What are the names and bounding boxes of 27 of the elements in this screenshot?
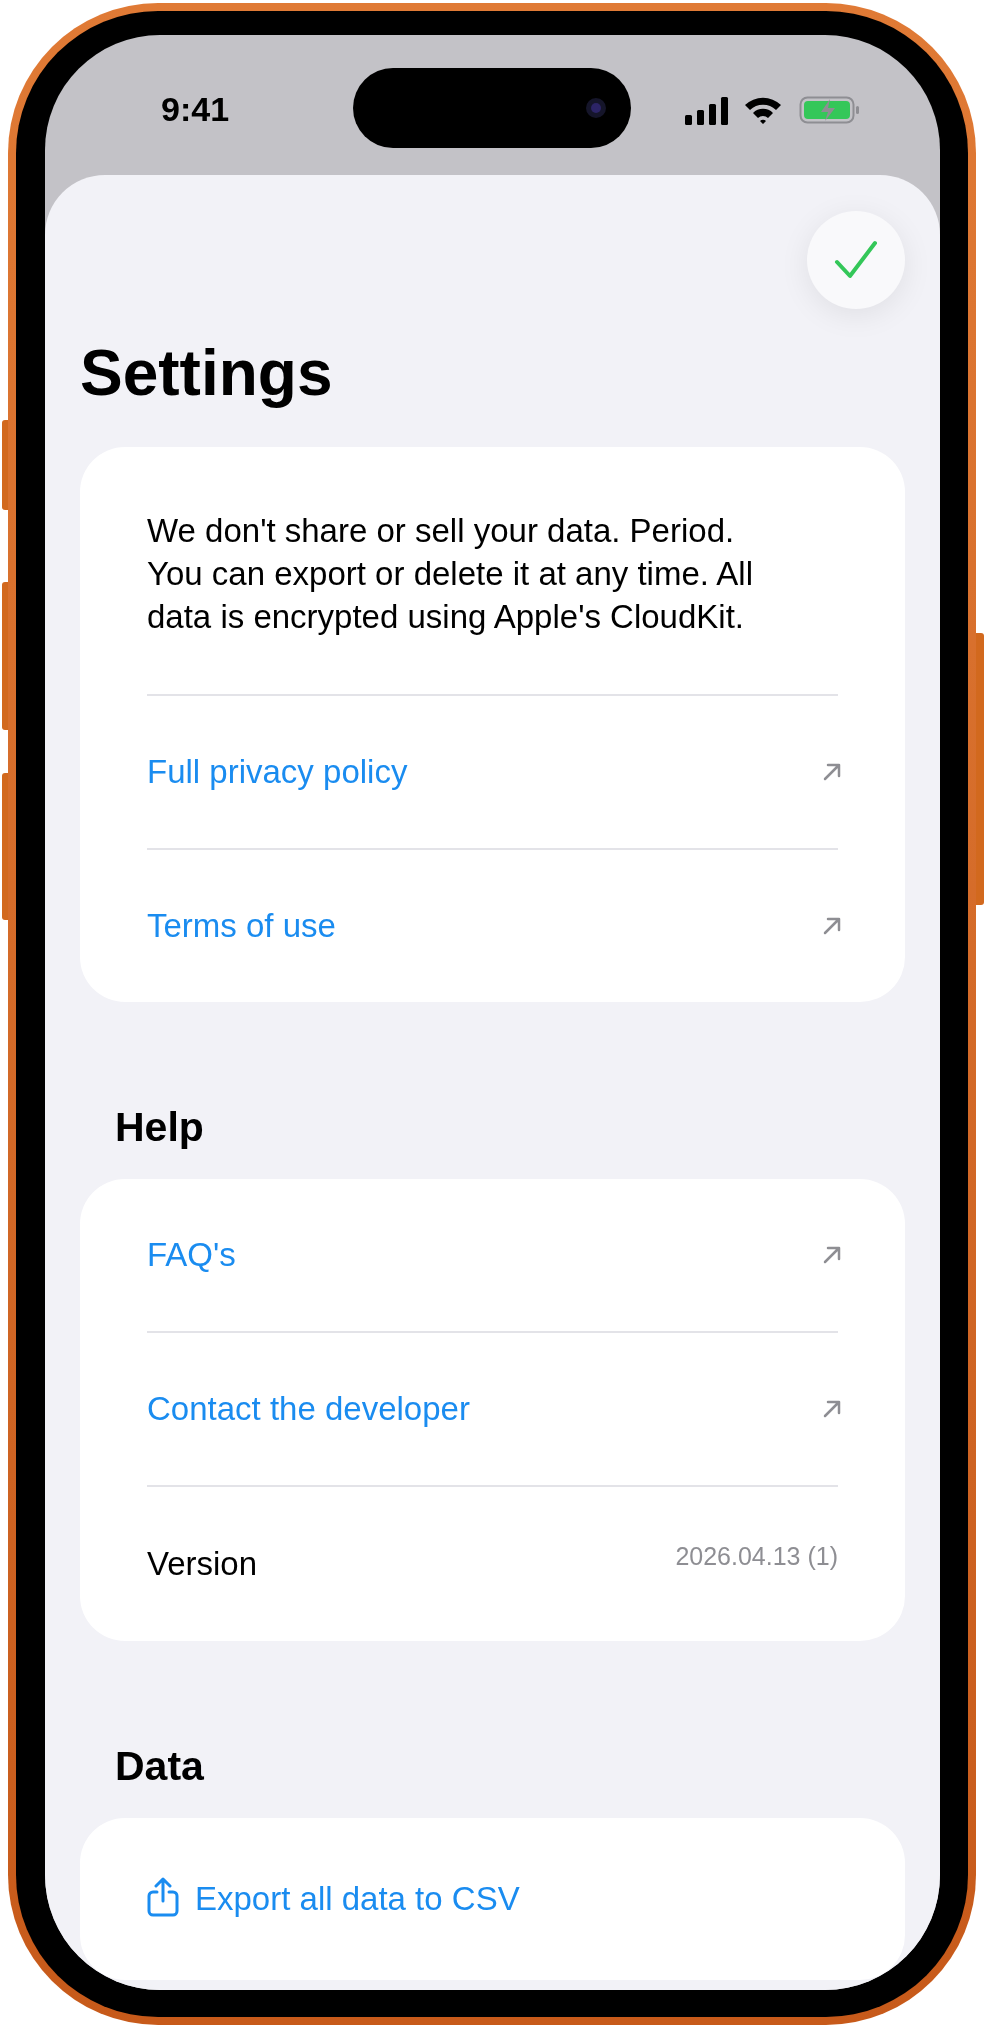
arrow-icon (822, 916, 842, 936)
link-row[interactable]: Terms of use (147, 850, 838, 1002)
privacy-text: We don't share or sell your data. Period. You can export or delete it at any time. All data is encrypted using Apple's CloudKit. (147, 511, 754, 637)
wifi-icon (743, 95, 783, 125)
link-label: Full privacy policy (147, 752, 408, 793)
signal-icon (685, 97, 729, 125)
link-label: FAQ's (147, 1235, 236, 1276)
camera-icon (585, 97, 607, 119)
share-icon (147, 1877, 179, 1917)
battery-icon (799, 96, 861, 124)
link-label: Terms of use (147, 906, 336, 947)
page-title: Settings (80, 336, 334, 411)
link-row[interactable]: Contact the developer (147, 1333, 838, 1485)
checkmark-icon (834, 240, 878, 280)
section-header: Data (115, 1742, 205, 1791)
link-row[interactable]: FAQ's (147, 1179, 838, 1331)
arrow-icon (822, 1399, 842, 1419)
status-time: 9:41 (161, 89, 230, 130)
row-label: Version (147, 1544, 258, 1585)
link-label: Contact the developer (147, 1389, 470, 1430)
section-header: Help (115, 1103, 205, 1152)
arrow-icon (822, 1245, 842, 1265)
version-value: 2026.04.13 (1) (675, 1541, 838, 1573)
link-row[interactable]: Full privacy policy (147, 696, 838, 848)
side-button[interactable] (976, 633, 984, 905)
arrow-icon (822, 762, 842, 782)
export-button[interactable]: Export all data to CSV (147, 1818, 520, 1980)
